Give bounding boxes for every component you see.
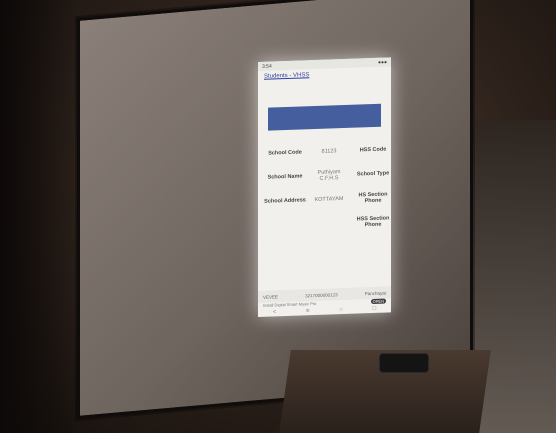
table-label: School Name: [267, 173, 303, 181]
table-value: 81123: [321, 148, 337, 155]
table-value: KOTTAYAM: [314, 196, 344, 204]
status-icons: ●●●: [377, 58, 387, 66]
table-right-label: HSS Section Phone: [356, 215, 390, 229]
table-label: School Address: [264, 197, 306, 205]
table-right-label: HS Section Phone: [358, 191, 388, 205]
table-value: [308, 213, 350, 234]
projector: [380, 354, 428, 372]
header-banner: [268, 103, 381, 131]
school-info-table: School Code 81123 HSS Code School Name P…: [264, 140, 389, 236]
bottom-center: 3217000000123: [305, 291, 338, 298]
table-right-label: HSS Code: [359, 146, 387, 154]
photo: 3:54 ●●● Students - VHSS School Code 811…: [0, 0, 556, 433]
page-title[interactable]: Students - VHSS: [258, 66, 391, 88]
bottom-left: VEVEE: [263, 293, 279, 300]
table-value: Puthiyam C.F.H.S: [317, 169, 341, 182]
back-icon[interactable]: <: [273, 309, 277, 315]
menu-icon[interactable]: ≡: [306, 308, 310, 314]
left-shadow: [0, 0, 80, 433]
table-right-label: School Type: [356, 170, 390, 178]
table-label: School Code: [268, 149, 302, 157]
table-label: [264, 214, 306, 235]
bottom-right: Panchayat: [364, 290, 386, 296]
projected-phone-screen: 3:54 ●●● Students - VHSS School Code 811…: [258, 57, 391, 318]
status-time: 3:54: [262, 63, 272, 70]
home-icon[interactable]: ○: [339, 307, 343, 313]
recents-icon[interactable]: □: [373, 305, 377, 311]
